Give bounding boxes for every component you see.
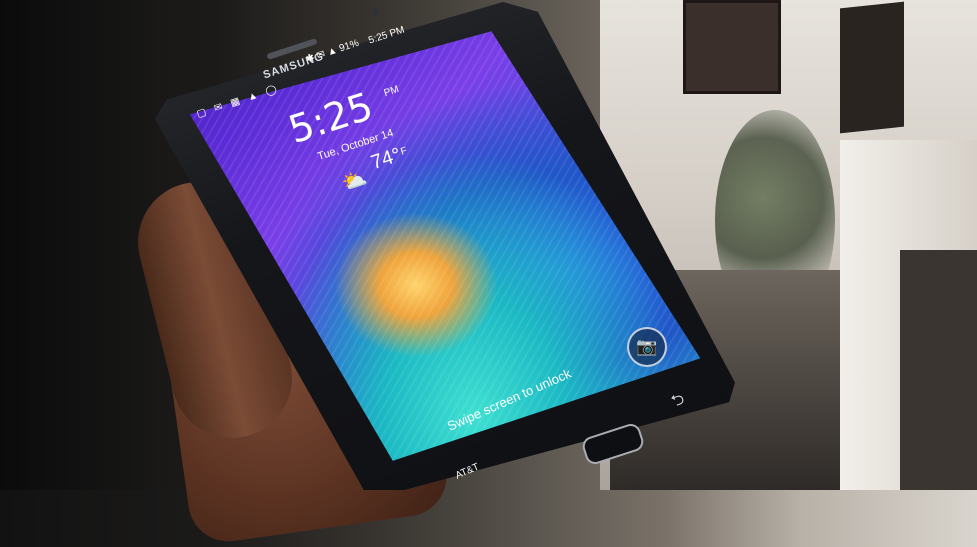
camera-icon[interactable]: 📷 — [627, 327, 667, 367]
front-sensor — [372, 8, 379, 15]
fireplace-opening — [900, 250, 977, 490]
smartphone — [155, 2, 735, 490]
wall-picture-frame-2 — [840, 1, 904, 134]
